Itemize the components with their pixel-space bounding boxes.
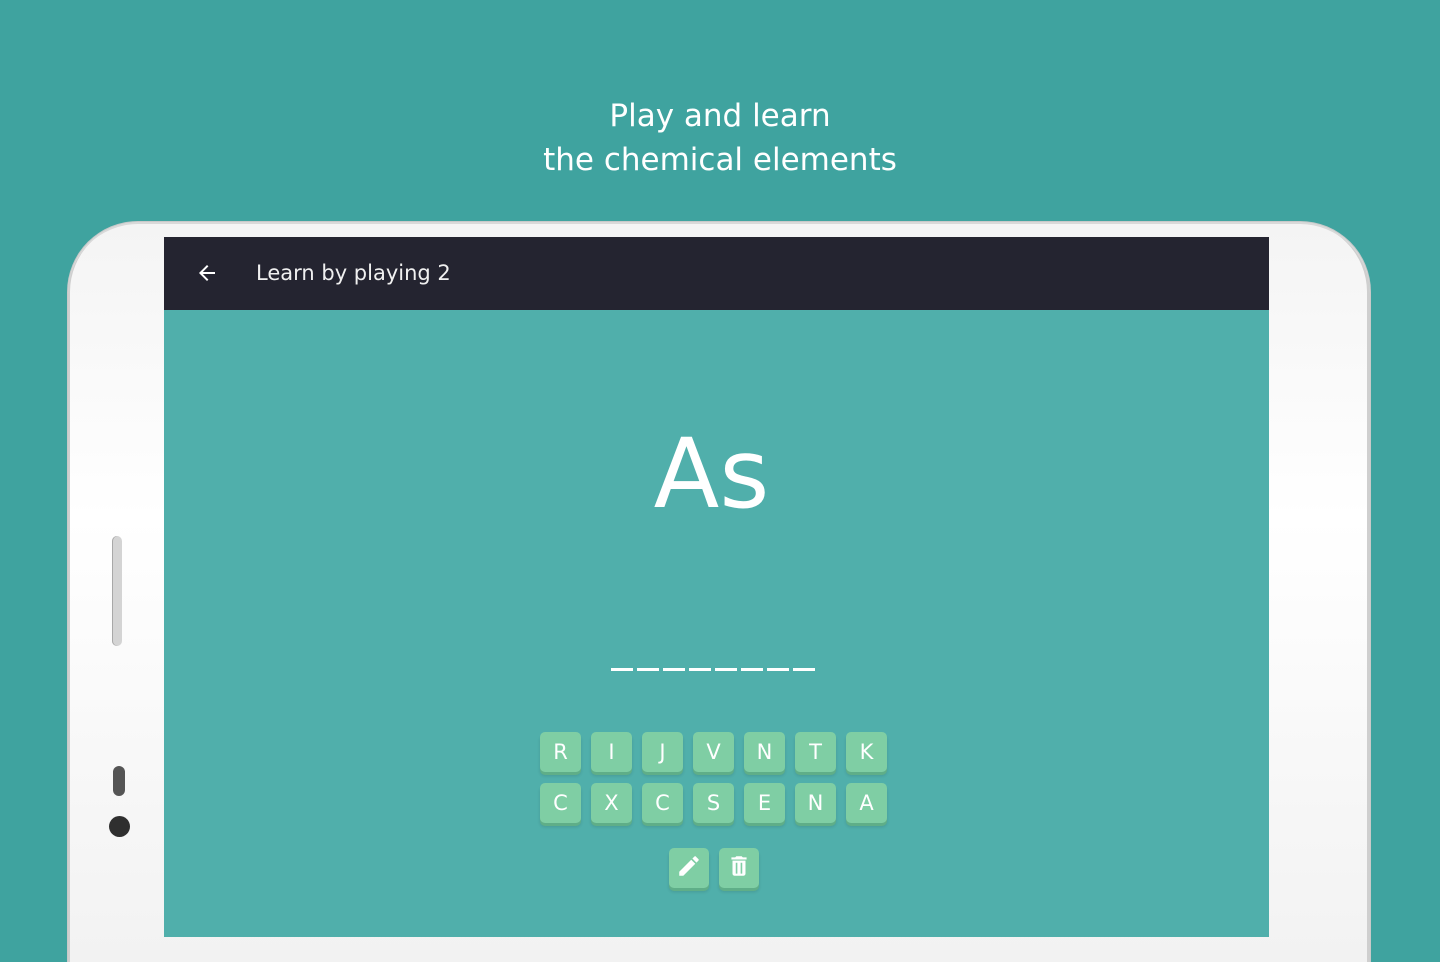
arrow-left-icon[interactable] — [195, 261, 219, 285]
app-bar: Learn by playing 2 — [164, 237, 1269, 310]
answer-slot — [637, 668, 659, 671]
promo-line-1: Play and learn — [609, 98, 831, 134]
letter-row: CXCSENA — [540, 783, 887, 823]
letter-key[interactable]: J — [642, 732, 683, 772]
letter-key[interactable]: K — [846, 732, 887, 772]
letter-key[interactable]: V — [693, 732, 734, 772]
tool-buttons — [669, 848, 759, 888]
pencil-icon — [676, 853, 702, 884]
letter-key[interactable]: N — [744, 732, 785, 772]
answer-slot — [793, 668, 815, 671]
letter-row: RIJVNTK — [540, 732, 887, 772]
letter-keyboard: RIJVNTKCXCSENA — [540, 732, 887, 834]
answer-slot — [663, 668, 685, 671]
promo-headline: Play and learn the chemical elements — [0, 94, 1440, 182]
promo-line-2: the chemical elements — [543, 142, 897, 178]
tablet-device-frame: Learn by playing 2 As RIJVNTKCXCSENA — [68, 222, 1370, 962]
device-sensor — [113, 766, 125, 796]
app-bar-title: Learn by playing 2 — [256, 261, 451, 285]
letter-key[interactable]: I — [591, 732, 632, 772]
letter-key[interactable]: C — [642, 783, 683, 823]
letter-key[interactable]: X — [591, 783, 632, 823]
answer-slots — [611, 668, 815, 671]
delete-button[interactable] — [719, 848, 759, 888]
letter-key[interactable]: N — [795, 783, 836, 823]
device-speaker-slot — [112, 536, 122, 646]
letter-key[interactable]: E — [744, 783, 785, 823]
answer-slot — [715, 668, 737, 671]
letter-key[interactable]: R — [540, 732, 581, 772]
letter-key[interactable]: C — [540, 783, 581, 823]
letter-key[interactable]: A — [846, 783, 887, 823]
answer-slot — [767, 668, 789, 671]
letter-key[interactable]: S — [693, 783, 734, 823]
answer-slot — [689, 668, 711, 671]
letter-key[interactable]: T — [795, 732, 836, 772]
edit-button[interactable] — [669, 848, 709, 888]
trash-icon — [726, 853, 752, 884]
answer-slot — [611, 668, 633, 671]
device-camera — [109, 816, 130, 837]
element-symbol: As — [653, 418, 770, 530]
answer-slot — [741, 668, 763, 671]
app-screen: Learn by playing 2 As RIJVNTKCXCSENA — [164, 237, 1269, 937]
